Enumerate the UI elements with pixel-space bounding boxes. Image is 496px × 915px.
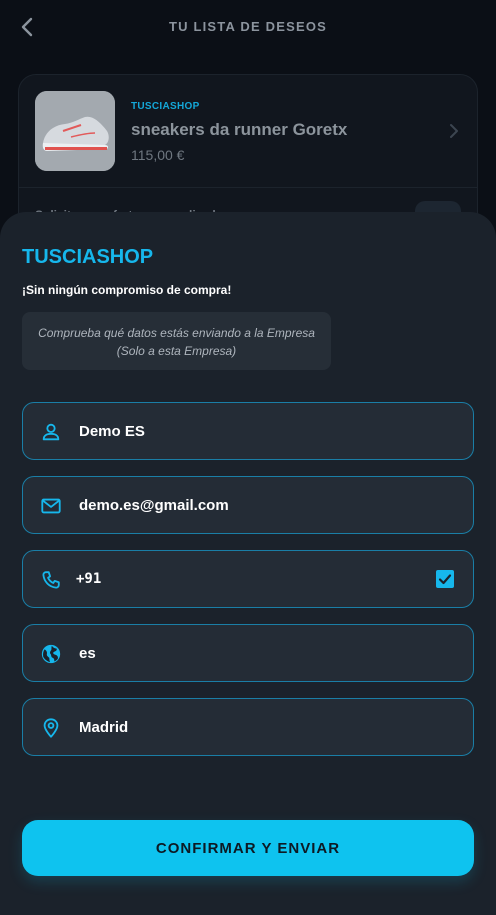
product-image xyxy=(35,91,115,171)
product-row[interactable]: TUSCIASHOP sneakers da runner Goretx 115… xyxy=(19,75,477,187)
product-brand: TUSCIASHOP xyxy=(131,101,200,112)
email-field[interactable]: demo.es@gmail.com xyxy=(22,476,474,534)
info-line-2: (Solo a esta Empresa) xyxy=(116,344,237,358)
chevron-right-icon xyxy=(450,124,458,138)
checkmark-icon xyxy=(438,574,452,585)
info-line-1: Comprueba qué datos estás enviando a la … xyxy=(38,326,315,340)
confirm-send-button[interactable]: CONFIRMAR Y ENVIAR xyxy=(22,820,474,876)
product-name: sneakers da runner Goretx xyxy=(131,120,348,139)
email-value: demo.es@gmail.com xyxy=(79,497,229,514)
phone-consent-checkbox[interactable] xyxy=(436,570,454,588)
shop-name: TUSCIASHOP xyxy=(22,246,154,268)
globe-icon xyxy=(41,644,61,664)
phone-field[interactable]: +91 xyxy=(22,550,474,608)
phone-value: +91 xyxy=(76,571,102,587)
no-commitment-text: ¡Sin ningún compromiso de compra! xyxy=(22,283,232,297)
name-field[interactable]: Demo ES xyxy=(22,402,474,460)
top-bar: TU LISTA DE DESEOS xyxy=(0,0,496,54)
person-icon xyxy=(42,423,60,441)
phone-icon xyxy=(42,571,60,589)
divider xyxy=(19,187,477,188)
product-price: 115,00 € xyxy=(131,147,185,163)
name-value: Demo ES xyxy=(79,423,145,440)
location-pin-icon xyxy=(43,718,59,738)
contact-bottom-sheet: TUSCIASHOP ¡Sin ningún compromiso de com… xyxy=(0,212,496,915)
city-field[interactable]: Madrid xyxy=(22,698,474,756)
page-title: TU LISTA DE DESEOS xyxy=(168,19,328,34)
language-field[interactable]: es xyxy=(22,624,474,682)
data-info-box[interactable]: Comprueba qué datos estás enviando a la … xyxy=(22,312,331,370)
language-value: es xyxy=(79,645,96,662)
sneaker-image xyxy=(35,91,115,171)
mail-icon xyxy=(41,498,61,514)
city-value: Madrid xyxy=(79,719,129,736)
